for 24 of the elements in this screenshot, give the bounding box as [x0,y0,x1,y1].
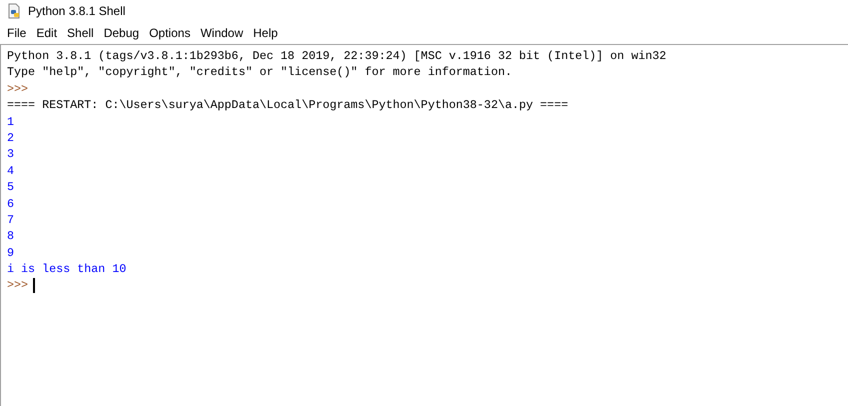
menu-item[interactable]: Edit [31,24,62,42]
program-output: 3 [7,146,14,163]
program-output: 8 [7,228,14,245]
program-output: 7 [7,212,14,228]
menu-item[interactable]: Shell [62,24,99,42]
program-output: 2 [7,130,14,146]
menu-item[interactable]: Debug [98,24,144,42]
menu-item[interactable]: Help [248,24,283,42]
program-output: i is less than 10 [7,261,126,278]
menu-item[interactable]: Options [144,24,196,42]
shell-prompt: >>> [7,80,28,98]
menu-item[interactable]: Window [195,24,248,42]
menu-item[interactable]: File [2,24,32,42]
shell-prompt: >>> [7,277,28,294]
program-output: 5 [7,179,14,196]
program-output: 4 [7,162,14,180]
shell-text: Type "help", "copyright", "credits" or "license()" for more information. [7,64,512,81]
shell-text: ==== RESTART: C:\Users\surya\AppData\Local\Programs\Python\Python38-32\a.py ==== [7,97,568,114]
python-file-icon [6,3,22,19]
program-output: 9 [7,244,14,262]
shell-text: Python 3.8.1 (tags/v3.8.1:1b293b6, Dec 18 2019, 22:39:24) [MSC v.1916 32 bit (Intel)] on win32 [7,48,666,64]
program-output: 6 [7,196,14,212]
program-output: 1 [7,114,14,130]
window-title: Python 3.8.1 Shell [28,3,126,20]
